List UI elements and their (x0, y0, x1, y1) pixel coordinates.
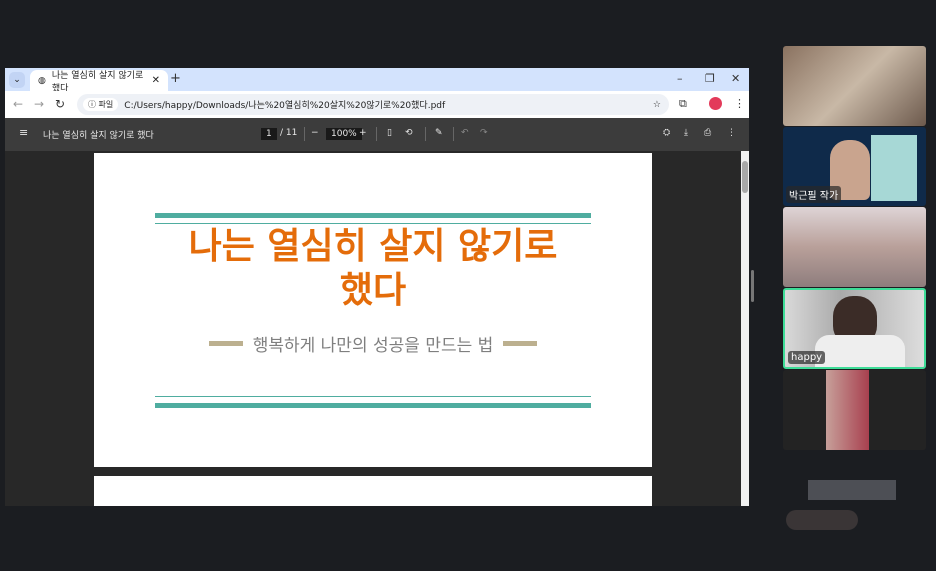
pdf-toolbar: ≡ 나는 열심히 살지 않기로 했다 1 / 11 − 100% + ▯ ⟲ ✎… (5, 118, 749, 151)
globe-icon: ◍ (38, 75, 46, 86)
menu-icon[interactable]: ≡ (19, 126, 28, 139)
teal-rule (155, 213, 591, 218)
minimize-button[interactable]: – (677, 72, 683, 85)
forward-icon[interactable]: → (34, 97, 44, 111)
participant-name: happy (788, 351, 826, 364)
participant-name: 박근필 작가 (786, 186, 842, 203)
page-total: / 11 (280, 128, 298, 138)
browser-window: ⌄ ◍ 나는 열심히 살지 않기로 했다 ✕ + – ❐ ✕ ← → ↻ ⓘ 파… (5, 68, 749, 506)
drive-save-icon[interactable]: ⛭ (663, 128, 670, 138)
rotate-icon[interactable]: ⟲ (405, 128, 413, 138)
print-icon[interactable]: ⎙ (704, 128, 711, 138)
fit-page-icon[interactable]: ▯ (387, 128, 392, 138)
slide-title: 나는 열심히 살지 않기로 했다 (94, 225, 652, 313)
participant-video-4[interactable]: happy (783, 288, 926, 369)
annotate-icon[interactable]: ✎ (435, 128, 443, 138)
tab-pdf[interactable]: ◍ 나는 열심히 살지 않기로 했다 ✕ (30, 70, 168, 94)
participant-video-3[interactable] (783, 207, 926, 287)
page-number-input[interactable]: 1 (261, 128, 277, 140)
maximize-button[interactable]: ❐ (705, 72, 715, 85)
url-text[interactable]: C:/Users/happy/Downloads/나는%20열심히%20살지%2… (124, 98, 445, 111)
bookmark-star-icon[interactable]: ☆ (653, 100, 661, 110)
book-cover (871, 135, 917, 201)
profile-avatar[interactable] (709, 97, 722, 110)
zoom-input[interactable]: 100% (326, 128, 362, 140)
redo-icon[interactable]: ↷ (480, 128, 488, 138)
slide-title-line1: 나는 열심히 살지 않기로 (188, 226, 558, 267)
divider (425, 127, 426, 141)
more-icon[interactable]: ⋮ (727, 128, 736, 138)
slide-subtitle: 행복하게 나만의 성공을 만드는 법 (252, 336, 494, 356)
back-icon[interactable]: ← (13, 97, 23, 111)
address-bar[interactable]: ⓘ 파일 C:/Users/happy/Downloads/나는%20열심히%2… (77, 94, 669, 115)
tan-bar (208, 341, 243, 346)
zoom-out-button[interactable]: − (311, 128, 319, 138)
participant-video-1[interactable] (783, 46, 926, 126)
extensions-icon[interactable]: ⧉ (679, 97, 687, 111)
download-icon[interactable]: ⤓ (684, 128, 688, 138)
site-info-label: 파일 (98, 100, 114, 109)
site-info-chip[interactable]: ⓘ 파일 (83, 98, 119, 111)
scrollbar-thumb[interactable] (742, 161, 748, 193)
person-body (815, 335, 905, 367)
teal-rule (155, 396, 591, 397)
divider (453, 127, 454, 141)
participant-tile-blurred[interactable] (786, 510, 858, 530)
panel-resize-handle[interactable] (751, 270, 754, 302)
participant-video-5[interactable] (783, 370, 926, 450)
tab-search-button[interactable]: ⌄ (9, 72, 25, 88)
divider (304, 127, 305, 141)
close-tab-icon[interactable]: ✕ (152, 75, 160, 86)
participant-video-2[interactable]: 박근필 작가 (783, 127, 926, 206)
slide-subtitle-row: 행복하게 나만의 성공을 만드는 법 (94, 331, 652, 356)
slide-title-line2: 했다 (339, 270, 407, 311)
undo-icon[interactable]: ↶ (461, 128, 469, 138)
info-icon: ⓘ (88, 100, 99, 109)
chrome-menu-icon[interactable]: ⋮ (734, 97, 745, 110)
pdf-page-1: 나는 열심히 살지 않기로 했다 행복하게 나만의 성공을 만드는 법 (94, 153, 652, 467)
pdf-title: 나는 열심히 살지 않기로 했다 (43, 131, 154, 141)
tan-bar (503, 341, 538, 346)
new-tab-button[interactable]: + (170, 71, 181, 86)
tab-bar: ⌄ ◍ 나는 열심히 살지 않기로 했다 ✕ + – ❐ ✕ (5, 68, 749, 94)
teal-rule (155, 223, 591, 224)
scrollbar[interactable] (741, 151, 749, 506)
participant-tile-blurred[interactable] (808, 480, 896, 500)
zoom-in-button[interactable]: + (359, 128, 367, 138)
close-window-button[interactable]: ✕ (731, 72, 740, 85)
address-toolbar: ← → ↻ ⓘ 파일 C:/Users/happy/Downloads/나는%2… (5, 91, 749, 118)
tab-title: 나는 열심히 살지 않기로 했다 (51, 70, 144, 94)
reload-icon[interactable]: ↻ (55, 97, 65, 111)
pdf-page-2 (94, 476, 652, 506)
teal-rule (155, 403, 591, 408)
divider (376, 127, 377, 141)
